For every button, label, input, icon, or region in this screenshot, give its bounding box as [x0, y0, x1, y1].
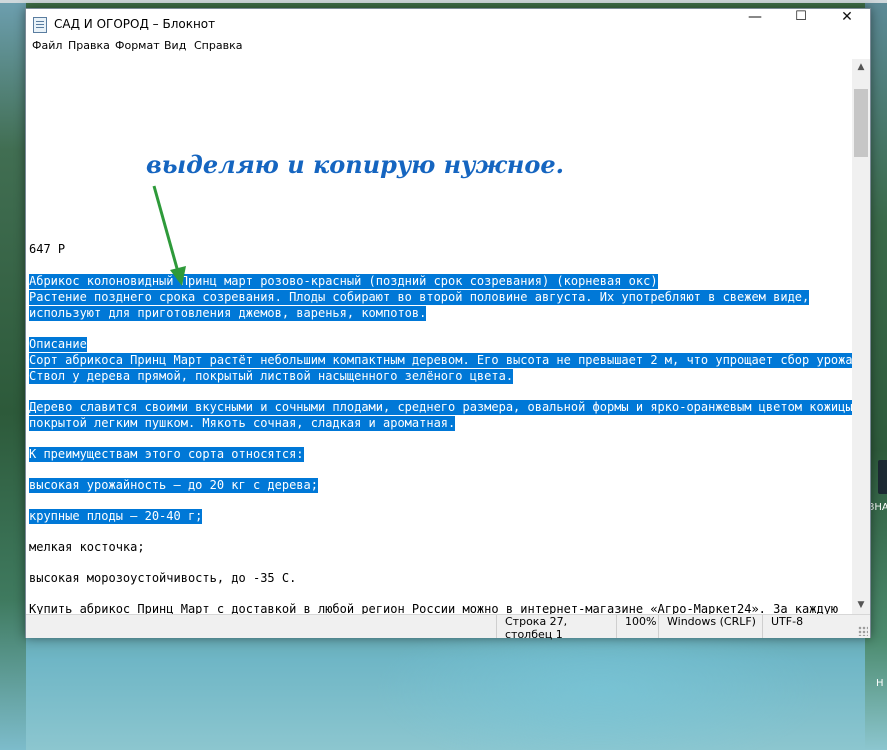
- annotation-arrow-icon: [152, 185, 186, 286]
